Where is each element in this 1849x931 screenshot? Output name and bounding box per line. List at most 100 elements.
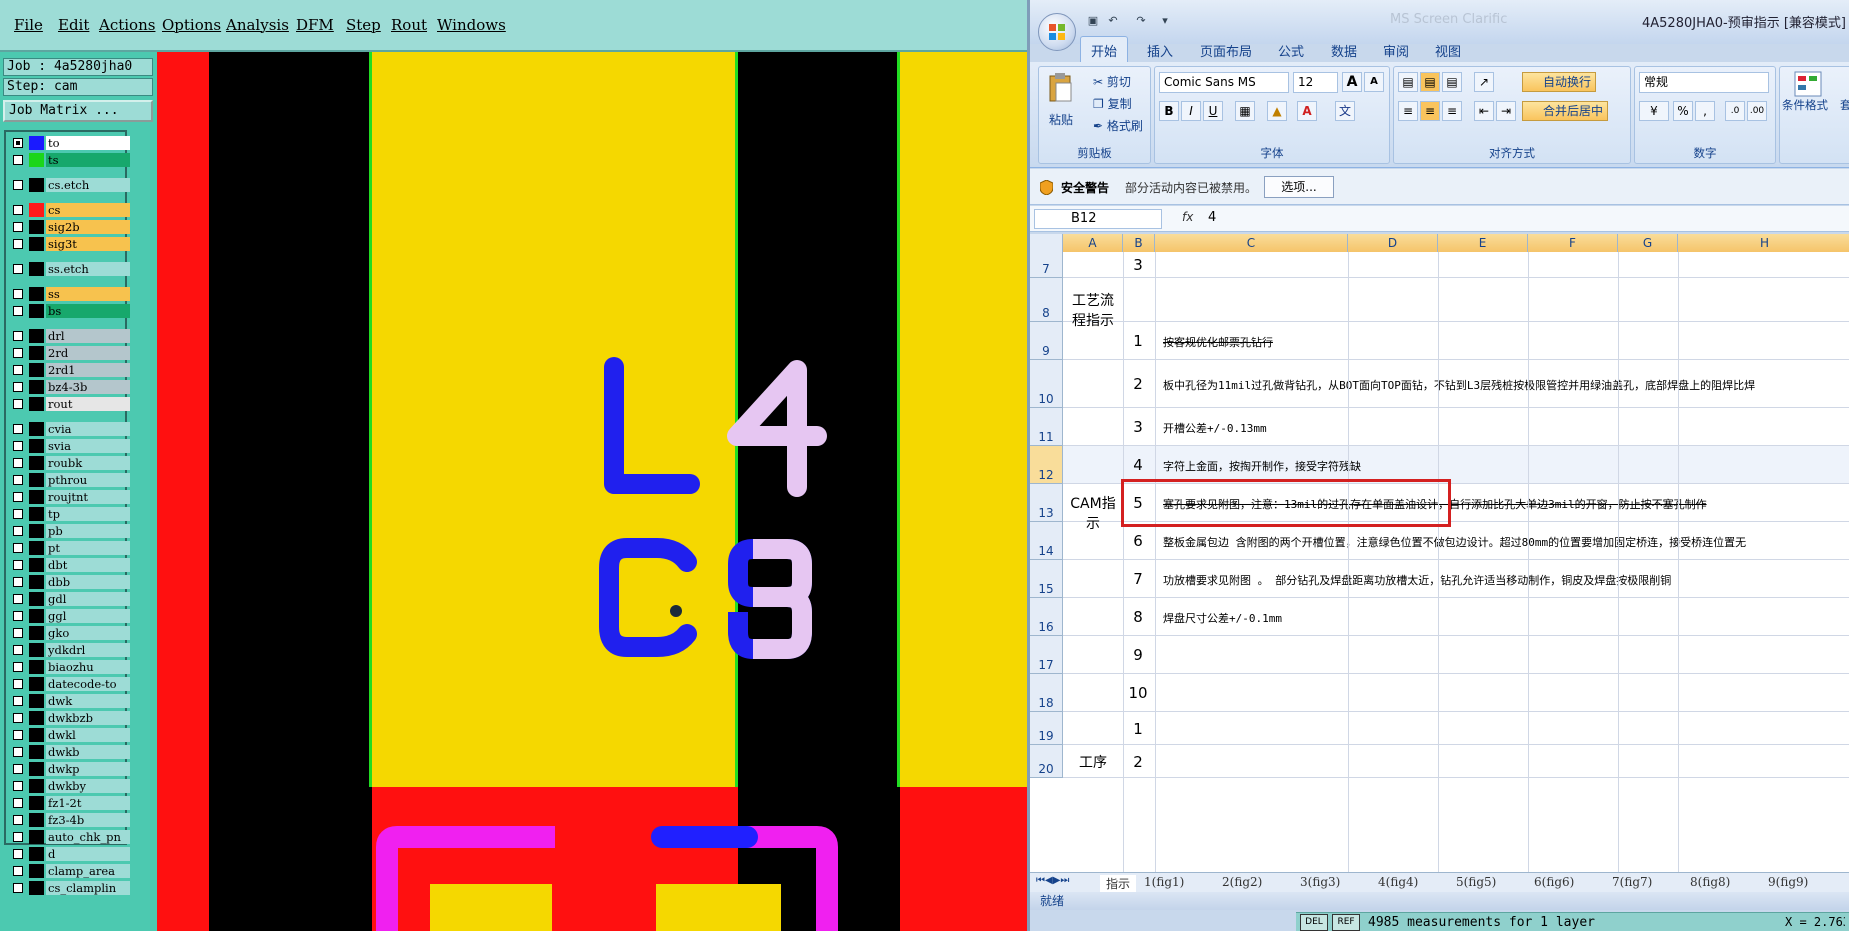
layer-color-swatch[interactable] xyxy=(29,287,44,301)
sheet-tab[interactable]: 6(fig6) xyxy=(1534,875,1574,889)
column-header-a[interactable]: A xyxy=(1063,234,1123,252)
layer-checkbox[interactable] xyxy=(13,577,23,587)
sheet-tab[interactable]: 2(fig2) xyxy=(1222,875,1262,889)
align-top-icon[interactable]: ▤ xyxy=(1398,72,1418,92)
column-header-g[interactable]: G xyxy=(1618,234,1678,252)
table-row[interactable] xyxy=(1063,674,1849,712)
number-format-select[interactable]: 常规 xyxy=(1639,72,1769,93)
menu-file[interactable]: File xyxy=(14,16,43,34)
paste-icon[interactable] xyxy=(1047,73,1073,103)
layer-checkbox[interactable] xyxy=(13,306,23,316)
layer-name[interactable]: cs xyxy=(46,203,130,217)
layer-checkbox[interactable] xyxy=(13,560,23,570)
layer-row-fz3-4b[interactable]: fz3-4b xyxy=(8,813,130,827)
layer-color-swatch[interactable] xyxy=(29,507,44,521)
layer-color-swatch[interactable] xyxy=(29,220,44,234)
row-header[interactable]: 14 xyxy=(1030,522,1063,560)
layer-color-swatch[interactable] xyxy=(29,422,44,436)
layer-row-dwk[interactable]: dwk xyxy=(8,694,130,708)
layer-name[interactable]: dwkl xyxy=(46,728,130,742)
cell-number[interactable]: 6 xyxy=(1122,532,1154,550)
row-header[interactable]: 16 xyxy=(1030,598,1063,636)
cell-number[interactable]: 8 xyxy=(1122,608,1154,626)
ref-button[interactable]: REF xyxy=(1332,914,1360,931)
sheet-tab[interactable]: 1(fig1) xyxy=(1144,875,1184,889)
layer-name[interactable]: d xyxy=(46,847,130,861)
comma-button[interactable]: , xyxy=(1695,101,1715,121)
layer-row-dwkby[interactable]: dwkby xyxy=(8,779,130,793)
layer-name[interactable]: roujtnt xyxy=(46,490,130,504)
layer-name[interactable]: ss.etch xyxy=(46,262,130,276)
layer-checkbox[interactable] xyxy=(13,492,23,502)
layer-color-swatch[interactable] xyxy=(29,847,44,861)
layer-row-dwkp[interactable]: dwkp xyxy=(8,762,130,776)
row-header[interactable]: 7 xyxy=(1030,252,1063,278)
layer-checkbox[interactable] xyxy=(13,594,23,604)
layer-color-swatch[interactable] xyxy=(29,237,44,251)
bold-button[interactable]: B xyxy=(1159,101,1179,121)
layer-row-dbt[interactable]: dbt xyxy=(8,558,130,572)
undo-icon[interactable]: ↶ xyxy=(1106,14,1120,27)
layer-name[interactable]: gko xyxy=(46,626,130,640)
security-options-button[interactable]: 选项... xyxy=(1264,176,1334,198)
cell-number[interactable]: 10 xyxy=(1122,684,1154,702)
layer-color-swatch[interactable] xyxy=(29,643,44,657)
layer-checkbox[interactable] xyxy=(13,764,23,774)
layer-color-swatch[interactable] xyxy=(29,439,44,453)
menu-analysis[interactable]: Analysis xyxy=(226,16,289,34)
layer-checkbox[interactable] xyxy=(13,239,23,249)
layer-name[interactable]: tp xyxy=(46,507,130,521)
layer-row-cs[interactable]: cs xyxy=(8,203,130,217)
layer-color-swatch[interactable] xyxy=(29,626,44,640)
column-header-d[interactable]: D xyxy=(1348,234,1438,252)
fx-icon[interactable]: fx xyxy=(1182,210,1193,224)
layer-name[interactable]: ggl xyxy=(46,609,130,623)
cell-number[interactable]: 1 xyxy=(1122,332,1154,350)
layer-name[interactable]: 2rd1 xyxy=(46,363,130,377)
table-row[interactable] xyxy=(1063,252,1849,278)
menu-rout[interactable]: Rout xyxy=(391,16,427,34)
phonetic-icon[interactable]: 文 xyxy=(1335,101,1355,121)
layer-color-swatch[interactable] xyxy=(29,490,44,504)
wrap-text-button[interactable]: 自动换行 xyxy=(1522,72,1597,92)
layer-checkbox[interactable] xyxy=(13,611,23,621)
layer-checkbox[interactable] xyxy=(13,815,23,825)
layer-color-swatch[interactable] xyxy=(29,456,44,470)
row-header[interactable]: 10 xyxy=(1030,360,1063,408)
layer-row-dwkbzb[interactable]: dwkbzb xyxy=(8,711,130,725)
layer-checkbox[interactable] xyxy=(13,509,23,519)
cell-text[interactable]: 焊盘尺寸公差+/-0.1mm xyxy=(1163,610,1282,626)
layer-name[interactable]: gdl xyxy=(46,592,130,606)
layer-color-swatch[interactable] xyxy=(29,346,44,360)
layer-row-pthrou[interactable]: pthrou xyxy=(8,473,130,487)
layer-row-sig2b[interactable]: sig2b xyxy=(8,220,130,234)
layer-color-swatch[interactable] xyxy=(29,694,44,708)
tab-data[interactable]: 数据 xyxy=(1331,41,1357,60)
layer-name[interactable]: dbt xyxy=(46,558,130,572)
name-box[interactable]: B12 xyxy=(1034,209,1162,229)
cell-text[interactable]: 字符上金面，按掏开制作，接受字符残缺 xyxy=(1163,458,1361,474)
menu-options[interactable]: Options xyxy=(162,16,221,34)
layer-color-swatch[interactable] xyxy=(29,609,44,623)
layer-checkbox[interactable] xyxy=(13,662,23,672)
layer-color-swatch[interactable] xyxy=(29,304,44,318)
layer-row-gko[interactable]: gko xyxy=(8,626,130,640)
row-header[interactable]: 13 xyxy=(1030,484,1063,522)
layer-row-ss[interactable]: ss xyxy=(8,287,130,301)
layer-checkbox[interactable] xyxy=(13,264,23,274)
layer-name[interactable]: sig2b xyxy=(46,220,130,234)
layer-color-swatch[interactable] xyxy=(29,262,44,276)
copy-button[interactable]: ❐ 复制 xyxy=(1093,95,1132,112)
layer-name[interactable]: dbb xyxy=(46,575,130,589)
layer-checkbox[interactable] xyxy=(13,730,23,740)
layer-row-auto_chk_pn[interactable]: auto_chk_pn xyxy=(8,830,130,844)
layer-name[interactable]: dwkbzb xyxy=(46,711,130,725)
layer-row-clamp_area[interactable]: clamp_area xyxy=(8,864,130,878)
row-header[interactable]: 8 xyxy=(1030,278,1063,322)
layer-row-biaozhu[interactable]: biaozhu xyxy=(8,660,130,674)
layer-row-sig3t[interactable]: sig3t xyxy=(8,237,130,251)
tab-view[interactable]: 视图 xyxy=(1435,41,1461,60)
font-color-icon[interactable]: A xyxy=(1297,101,1317,121)
layer-checkbox[interactable] xyxy=(13,849,23,859)
layer-name[interactable]: sig3t xyxy=(46,237,130,251)
